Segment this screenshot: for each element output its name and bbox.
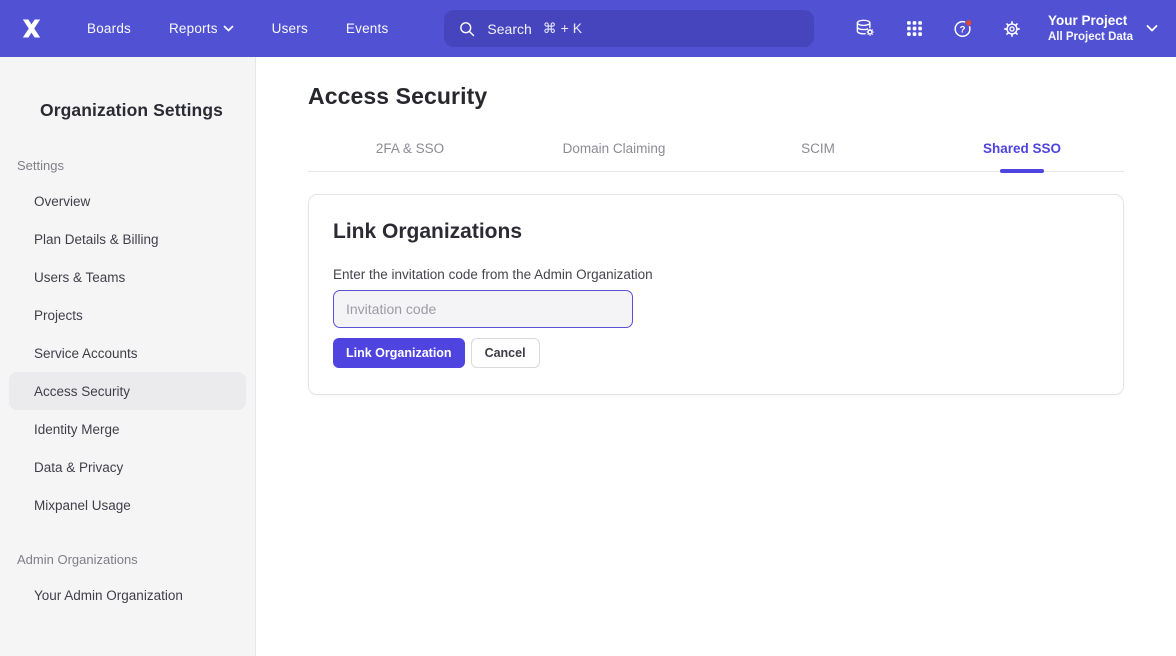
tab-bar: 2FA & SSO Domain Claiming SCIM Shared SS… xyxy=(308,141,1124,172)
chevron-down-icon xyxy=(1146,24,1158,33)
invitation-code-input[interactable] xyxy=(333,290,633,328)
search-shortcut: ⌘ + K xyxy=(543,20,582,37)
sidebar-item-overview[interactable]: Overview xyxy=(9,182,246,220)
sidebar-item-your-admin-organization[interactable]: Your Admin Organization xyxy=(9,576,246,614)
tab-2fa-sso[interactable]: 2FA & SSO xyxy=(308,141,512,171)
cancel-button[interactable]: Cancel xyxy=(471,338,540,368)
search-placeholder: Search xyxy=(487,21,531,37)
nav-label-reports: Reports xyxy=(169,21,218,36)
card-title: Link Organizations xyxy=(333,220,1099,244)
sidebar-item-projects[interactable]: Projects xyxy=(9,296,246,334)
project-switcher[interactable]: Your Project All Project Data xyxy=(1048,13,1158,44)
tab-shared-sso[interactable]: Shared SSO xyxy=(920,141,1124,171)
settings-sidebar: Organization Settings Settings Overview … xyxy=(0,57,256,656)
sidebar-item-mixpanel-usage[interactable]: Mixpanel Usage xyxy=(9,486,246,524)
card-actions: Link Organization Cancel xyxy=(333,338,1099,368)
tab-domain-claiming[interactable]: Domain Claiming xyxy=(512,141,716,171)
top-navbar: Boards Reports Users Events Search ⌘ + K xyxy=(0,0,1176,57)
mixpanel-logo[interactable] xyxy=(18,15,45,42)
invitation-code-label: Enter the invitation code from the Admin… xyxy=(333,267,1099,282)
navbar-right: ? Your Proj xyxy=(854,13,1158,44)
sidebar-item-users-teams[interactable]: Users & Teams xyxy=(9,258,246,296)
primary-nav: Boards Reports Users Events xyxy=(87,21,388,36)
nav-item-reports[interactable]: Reports xyxy=(169,21,234,36)
tab-scim[interactable]: SCIM xyxy=(716,141,920,171)
apps-grid-icon[interactable] xyxy=(903,18,925,40)
help-icon[interactable]: ? xyxy=(952,18,974,40)
project-name: Your Project xyxy=(1048,13,1133,30)
sidebar-item-access-security[interactable]: Access Security xyxy=(9,372,246,410)
sidebar-item-service-accounts[interactable]: Service Accounts xyxy=(9,334,246,372)
chevron-down-icon xyxy=(223,25,234,33)
mixpanel-x-icon xyxy=(18,15,45,42)
data-pipeline-icon[interactable] xyxy=(854,18,876,40)
section-heading-settings: Settings xyxy=(17,158,239,173)
svg-text:?: ? xyxy=(960,24,966,35)
search-icon xyxy=(458,20,476,38)
project-scope: All Project Data xyxy=(1048,30,1133,44)
nav-label-boards: Boards xyxy=(87,21,131,36)
page-title: Access Security xyxy=(308,83,1124,110)
nav-label-events: Events xyxy=(346,21,388,36)
nav-item-boards[interactable]: Boards xyxy=(87,21,131,36)
sidebar-item-identity-merge[interactable]: Identity Merge xyxy=(9,410,246,448)
nav-item-users[interactable]: Users xyxy=(272,21,308,36)
project-text: Your Project All Project Data xyxy=(1048,13,1133,44)
sidebar-title: Organization Settings xyxy=(40,100,255,121)
settings-gear-icon[interactable] xyxy=(1001,18,1023,40)
link-organization-button[interactable]: Link Organization xyxy=(333,338,465,368)
notification-dot xyxy=(966,20,972,26)
main-content: Access Security 2FA & SSO Domain Claimin… xyxy=(256,57,1176,656)
search-input[interactable]: Search ⌘ + K xyxy=(444,10,814,47)
sidebar-item-data-privacy[interactable]: Data & Privacy xyxy=(9,448,246,486)
link-organizations-card: Link Organizations Enter the invitation … xyxy=(308,194,1124,395)
section-heading-admin-organizations: Admin Organizations xyxy=(17,552,239,567)
nav-item-events[interactable]: Events xyxy=(346,21,388,36)
sidebar-item-plan-details-billing[interactable]: Plan Details & Billing xyxy=(9,220,246,258)
nav-label-users: Users xyxy=(272,21,308,36)
